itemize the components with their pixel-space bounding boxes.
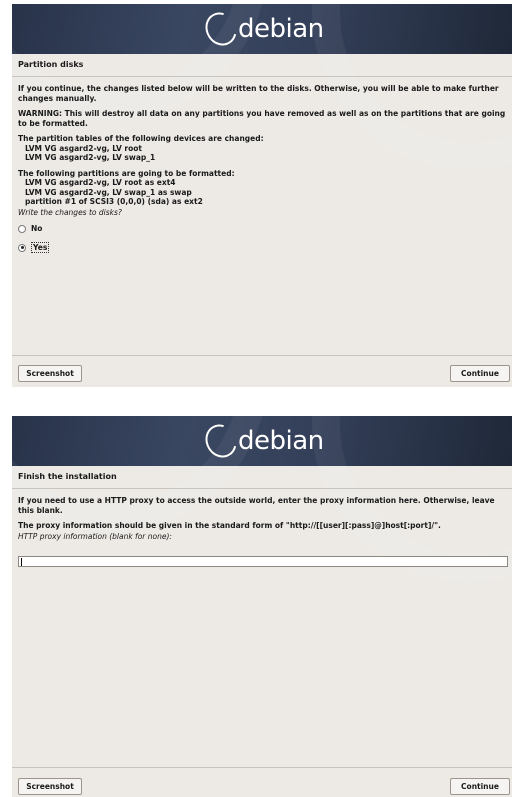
radio-no[interactable] (18, 224, 26, 233)
continue-button[interactable]: Continue (450, 778, 510, 795)
option-no[interactable]: No (18, 222, 508, 235)
debian-logo: debian (199, 6, 324, 52)
proxy-content: If you need to use a HTTP proxy to acces… (18, 496, 508, 541)
screenshot-button[interactable]: Screenshot (18, 365, 82, 382)
partition-table-item: LVM VG asgard2-vg, LV swap_1 (25, 153, 156, 162)
formatted-item: LVM VG asgard2-vg, LV swap_1 as swap (25, 187, 192, 197)
text-caret (21, 558, 22, 566)
intro-paragraph: If you continue, the changes listed belo… (18, 84, 502, 103)
option-yes-label: Yes (31, 241, 50, 254)
title-divider (12, 76, 512, 77)
footer-divider (12, 767, 512, 768)
proxy-input[interactable] (18, 556, 508, 567)
debian-banner: debian (12, 4, 512, 170)
partition-tables-heading: The partition tables of the following de… (18, 134, 264, 143)
formatted-heading: The following partitions are going to be… (18, 168, 235, 178)
screenshot-button[interactable]: Screenshot (18, 778, 82, 795)
title-divider (12, 488, 512, 489)
warning-paragraph: WARNING: This will destroy all data on a… (18, 109, 508, 128)
continue-button[interactable]: Continue (450, 365, 510, 382)
debian-swirl-icon (199, 418, 243, 464)
footer-divider (12, 355, 512, 356)
installer-screen-proxy: debian Finish the installation If you ne… (12, 416, 512, 797)
page-title: Finish the installation (18, 472, 117, 481)
proxy-format-paragraph: The proxy information should be given in… (18, 521, 441, 530)
option-no-label: No (31, 223, 43, 233)
debian-logo: debian (199, 418, 324, 464)
installer-screen-partition: debian Partition disks If you continue, … (12, 4, 512, 387)
option-yes[interactable]: Yes (18, 241, 508, 254)
proxy-input-label: HTTP proxy information (blank for none): (18, 531, 172, 541)
proxy-intro-paragraph: If you need to use a HTTP proxy to acces… (18, 496, 498, 515)
write-changes-question: Write the changes to disks? (18, 207, 122, 217)
partition-content: If you continue, the changes listed belo… (18, 84, 508, 254)
formatted-item: LVM VG asgard2-vg, LV root as ext4 (25, 178, 176, 187)
partition-table-item: LVM VG asgard2-vg, LV root (25, 143, 143, 153)
radio-yes[interactable] (18, 243, 26, 252)
page-title: Partition disks (18, 60, 84, 69)
debian-logo-text: debian (238, 426, 324, 456)
debian-logo-text: debian (238, 14, 324, 44)
formatted-item: partition #1 of SCSI3 (0,0,0) (sda) as e… (25, 197, 203, 206)
debian-banner: debian (12, 416, 512, 582)
debian-swirl-icon (199, 6, 243, 52)
